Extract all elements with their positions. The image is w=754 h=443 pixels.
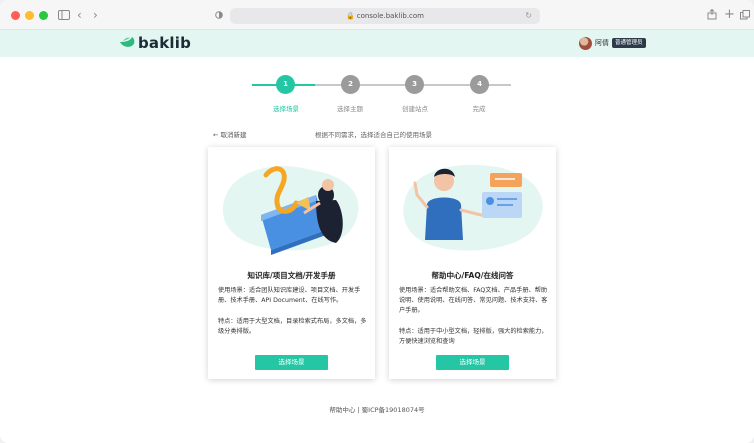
share-icon[interactable] bbox=[707, 9, 717, 20]
tab-overview-icon[interactable] bbox=[740, 10, 750, 20]
cancel-create-link[interactable]: ← 取消新建 bbox=[213, 129, 247, 139]
card-title: 知识库/项目文档/开发手册 bbox=[247, 271, 336, 280]
scenario-card-help-center[interactable]: 帮助中心/FAQ/在线问答 使用场景：适合帮助文档、FAQ文档、产品手册、帮助说… bbox=[389, 147, 556, 379]
lock-icon: 🔒 bbox=[346, 12, 355, 20]
page-subtitle: 根据不同需求，选择适合自己的使用场景 bbox=[315, 131, 432, 139]
forward-icon[interactable]: › bbox=[93, 9, 98, 21]
step-indicator: 1 2 3 4 选择场景 选择主题 创建站点 完成 bbox=[0, 75, 754, 115]
footer-text: 帮助中心 | 蜀ICP备19018074号 bbox=[329, 406, 425, 414]
baklib-bird-logo-icon[interactable] bbox=[119, 36, 135, 50]
knowledge-base-illustration bbox=[222, 166, 359, 255]
chevron-down-icon[interactable]: ▾ bbox=[643, 39, 646, 46]
user-name[interactable]: 阿倩 bbox=[595, 38, 609, 48]
card-usage-text: 使用场景：适合帮助文档、FAQ文档、产品手册、帮助说明、使用说明、在线问答、常见… bbox=[399, 287, 548, 314]
url-text: console.baklib.com bbox=[356, 12, 424, 20]
sidebar-icon[interactable] bbox=[58, 10, 70, 20]
step-circle-3: 3 bbox=[405, 75, 424, 94]
close-window-button[interactable] bbox=[11, 11, 20, 20]
step-circle-4: 4 bbox=[470, 75, 489, 94]
card-feature-text: 特点：适用于大型文档，目录检索式布局，多文档，多级分类排版。 bbox=[218, 318, 367, 335]
app-header: baklib 阿倩 普通管理员 ▾ bbox=[0, 30, 754, 57]
avatar[interactable] bbox=[579, 37, 592, 50]
address-bar[interactable]: 🔒 console.baklib.com ↻ bbox=[230, 8, 540, 24]
step-label-2: 选择主题 bbox=[337, 105, 363, 113]
back-icon[interactable]: ‹ bbox=[77, 9, 82, 21]
step-circle-2: 2 bbox=[341, 75, 360, 94]
select-scenario-button[interactable]: 选择场景 bbox=[255, 355, 328, 370]
help-center-illustration bbox=[403, 164, 543, 251]
reload-icon[interactable]: ↻ bbox=[525, 8, 532, 24]
role-badge: 普通管理员 bbox=[612, 38, 646, 48]
browser-toolbar: ‹ › 🔒 console.baklib.com ↻ + bbox=[0, 0, 754, 30]
card-feature-text: 特点：适用于中小型文档，轻排版，强大的检索能力，方便快速浏览和查询 bbox=[399, 328, 548, 345]
card-title: 帮助中心/FAQ/在线问答 bbox=[431, 271, 514, 280]
scenario-card-knowledge-base[interactable]: 知识库/项目文档/开发手册 使用场景：适合团队知识库建设、项目文档、开发手册、技… bbox=[208, 147, 375, 379]
browser-window: ‹ › 🔒console.baklib.com ↻ + baklib 阿倩 普 bbox=[0, 0, 754, 443]
step-circle-1: 1 bbox=[276, 75, 295, 94]
logo-text[interactable]: baklib bbox=[138, 34, 191, 52]
zoom-window-button[interactable] bbox=[39, 11, 48, 20]
step-label-1: 选择场景 bbox=[273, 105, 299, 113]
new-tab-icon[interactable]: + bbox=[724, 8, 735, 21]
privacy-shield-icon[interactable] bbox=[215, 11, 223, 19]
step-label-3: 创建站点 bbox=[402, 105, 428, 113]
select-scenario-button[interactable]: 选择场景 bbox=[436, 355, 509, 370]
step-label-4: 完成 bbox=[472, 105, 486, 113]
card-usage-text: 使用场景：适合团队知识库建设、项目文档、开发手册、技术手册、API Docume… bbox=[218, 287, 361, 304]
minimize-window-button[interactable] bbox=[25, 11, 34, 20]
